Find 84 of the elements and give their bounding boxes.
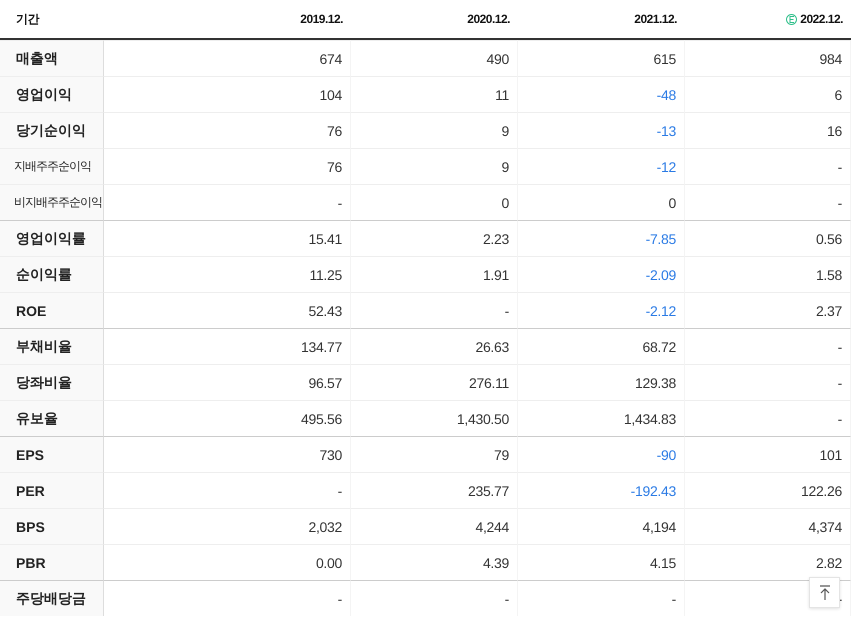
row-label: 당좌비율	[0, 364, 104, 400]
column-header: 2019.12.	[300, 12, 343, 26]
row-label: PER	[0, 472, 104, 508]
column-header: 2022.12.	[800, 12, 843, 26]
table-cell: -	[685, 364, 851, 400]
row-label: EPS	[0, 436, 104, 472]
scroll-top-button[interactable]	[809, 577, 840, 608]
table-cell: 2.37	[685, 292, 851, 328]
table-cell: -2.12	[518, 292, 685, 328]
table-cell: 101	[685, 436, 851, 472]
row-label: 순이익률	[0, 256, 104, 292]
table-cell: 52.43	[104, 292, 351, 328]
table-cell: -	[351, 580, 518, 616]
table-cell: 76	[104, 112, 351, 148]
table-cell: -	[104, 472, 351, 508]
table-cell: 490	[351, 40, 518, 76]
table-cell: 68.72	[518, 328, 685, 364]
row-label: 매출액	[0, 40, 104, 76]
table-cell: 15.41	[104, 220, 351, 256]
row-label: 비지배주주순이익	[0, 184, 104, 220]
table-cell: 674	[104, 40, 351, 76]
table-cell: 11.25	[104, 256, 351, 292]
table-cell: -	[685, 328, 851, 364]
row-label: 지배주주순이익	[0, 148, 104, 184]
table-cell: 134.77	[104, 328, 351, 364]
table-cell: -2.09	[518, 256, 685, 292]
table-cell: 129.38	[518, 364, 685, 400]
table-cell: -	[685, 184, 851, 220]
table-cell: 615	[518, 40, 685, 76]
row-label: 유보율	[0, 400, 104, 436]
row-label: 부채비율	[0, 328, 104, 364]
table-cell: 2,032	[104, 508, 351, 544]
row-label: 영업이익	[0, 76, 104, 112]
table-cell: 79	[351, 436, 518, 472]
table-cell: 96.57	[104, 364, 351, 400]
table-cell: 9	[351, 112, 518, 148]
table-cell: -	[351, 292, 518, 328]
table-cell: 11	[351, 76, 518, 112]
row-label: 당기순이익	[0, 112, 104, 148]
table-cell: 9	[351, 148, 518, 184]
table-cell: 4,244	[351, 508, 518, 544]
row-label: 영업이익률	[0, 220, 104, 256]
table-cell: 4,194	[518, 508, 685, 544]
table-cell: 1,434.83	[518, 400, 685, 436]
table-cell: -192.43	[518, 472, 685, 508]
column-header: 2021.12.	[634, 12, 677, 26]
table-cell: 4,374	[685, 508, 851, 544]
table-cell: 122.26	[685, 472, 851, 508]
table-cell: -12	[518, 148, 685, 184]
table-cell: 0.00	[104, 544, 351, 580]
table-cell: 984	[685, 40, 851, 76]
table-cell: -	[518, 580, 685, 616]
column-header: 2020.12.	[467, 12, 510, 26]
table-cell: 6	[685, 76, 851, 112]
row-label: PBR	[0, 544, 104, 580]
table-cell: 276.11	[351, 364, 518, 400]
table-cell: 0.56	[685, 220, 851, 256]
table-cell: 235.77	[351, 472, 518, 508]
table-cell: 4.15	[518, 544, 685, 580]
table-cell: 0	[518, 184, 685, 220]
table-cell: -7.85	[518, 220, 685, 256]
table-cell: 26.63	[351, 328, 518, 364]
table-cell: -	[104, 580, 351, 616]
table-cell: 76	[104, 148, 351, 184]
table-cell: -13	[518, 112, 685, 148]
row-label: ROE	[0, 292, 104, 328]
table-cell: 2.23	[351, 220, 518, 256]
table-cell: 1.91	[351, 256, 518, 292]
table-cell: 495.56	[104, 400, 351, 436]
table-cell: 16	[685, 112, 851, 148]
row-label: BPS	[0, 508, 104, 544]
table-cell: -48	[518, 76, 685, 112]
table-cell: 730	[104, 436, 351, 472]
table-cell: 4.39	[351, 544, 518, 580]
row-label: 주당배당금	[0, 580, 104, 616]
table-cell: 1,430.50	[351, 400, 518, 436]
table-cell: 1.58	[685, 256, 851, 292]
table-cell: -	[685, 148, 851, 184]
arrow-up-icon	[818, 584, 830, 600]
table-cell: -	[685, 400, 851, 436]
table-cell: -	[104, 184, 351, 220]
table-cell: 0	[351, 184, 518, 220]
table-cell: -90	[518, 436, 685, 472]
table-cell: 104	[104, 76, 351, 112]
